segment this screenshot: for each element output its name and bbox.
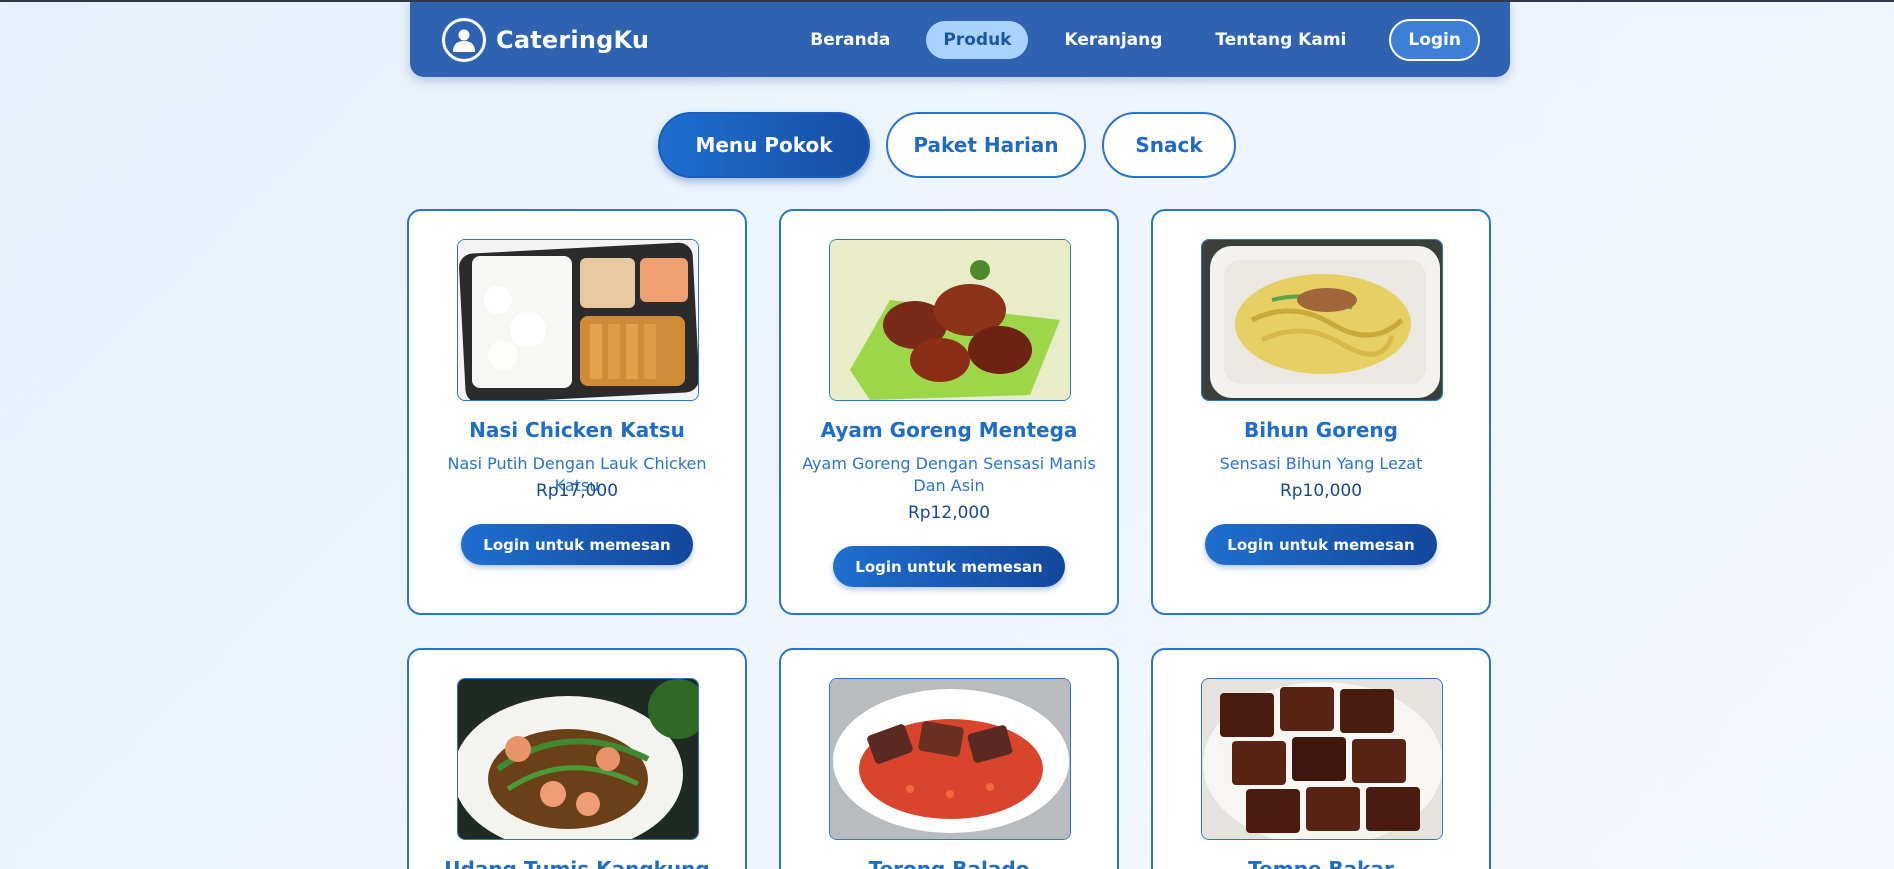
product-price: Rp17,000	[535, 481, 619, 501]
login-to-order-button[interactable]: Login untuk memesan	[461, 524, 693, 565]
brand-name: CateringKu	[496, 25, 650, 54]
product-image-bihun-goreng	[1201, 239, 1443, 401]
product-name: Nasi Chicken Katsu	[469, 418, 685, 442]
navbar: CateringKu Beranda Produk Keranjang Tent…	[410, 2, 1510, 77]
login-button[interactable]: Login	[1389, 18, 1480, 61]
product-image-chicken-katsu	[457, 239, 699, 401]
product-card: Tempe Bakar	[1151, 648, 1491, 869]
product-card: Ayam Goreng Mentega Ayam Goreng Dengan S…	[779, 209, 1119, 615]
user-logo-icon	[442, 17, 486, 62]
product-description: Ayam Goreng Dengan Sensasi Manis Dan Asi…	[802, 454, 1096, 495]
nav-links: Beranda Produk Keranjang Tentang Kami Lo…	[774, 2, 1510, 77]
product-name: Ayam Goreng Mentega	[820, 418, 1078, 442]
nav-keranjang[interactable]: Keranjang	[1047, 21, 1179, 59]
product-name: Terong Balado	[868, 857, 1030, 869]
product-card: Udang Tumis Kangkung	[407, 648, 747, 869]
tab-paket-harian[interactable]: Paket Harian	[886, 112, 1086, 178]
product-card: Nasi Chicken Katsu Nasi Putih Dengan Lau…	[407, 209, 747, 615]
brand[interactable]: CateringKu	[442, 17, 650, 62]
product-name: Tempe Bakar	[1248, 857, 1394, 869]
nav-beranda[interactable]: Beranda	[793, 21, 907, 59]
product-description: Sensasi Bihun Yang Lezat	[1219, 454, 1423, 473]
product-price: Rp10,000	[1279, 481, 1363, 501]
category-tabs: Menu Pokok Paket Harian Snack	[0, 112, 1894, 178]
product-name: Udang Tumis Kangkung	[444, 857, 710, 869]
product-price: Rp12,000	[907, 503, 991, 523]
product-name: Bihun Goreng	[1244, 418, 1398, 442]
login-to-order-button[interactable]: Login untuk memesan	[1205, 524, 1437, 565]
product-image-udang-tumis-kangkung	[457, 678, 699, 840]
product-image-ayam-goreng-mentega	[829, 239, 1071, 401]
nav-tentang-kami[interactable]: Tentang Kami	[1198, 21, 1363, 59]
tab-snack[interactable]: Snack	[1102, 112, 1236, 178]
product-card: Bihun Goreng Sensasi Bihun Yang Lezat Rp…	[1151, 209, 1491, 615]
nav-produk[interactable]: Produk	[926, 20, 1029, 59]
product-image-tempe-bakar	[1201, 678, 1443, 840]
login-to-order-button[interactable]: Login untuk memesan	[833, 546, 1065, 587]
product-image-terong-balado	[829, 678, 1071, 840]
product-card: Terong Balado	[779, 648, 1119, 869]
tab-menu-pokok[interactable]: Menu Pokok	[658, 112, 870, 178]
